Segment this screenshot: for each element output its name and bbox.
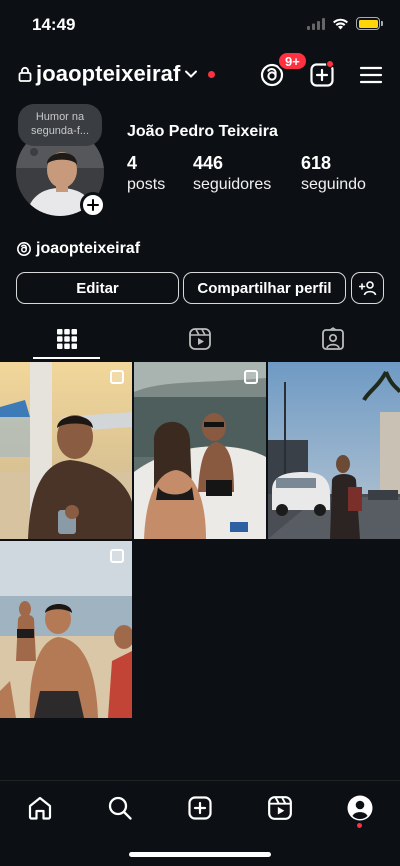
nav-search[interactable] (105, 793, 135, 823)
followers-label: seguidores (193, 176, 272, 193)
threads-notification-badge: 9+ (277, 51, 308, 71)
following-label: seguindo (301, 176, 366, 193)
posts-label: posts (127, 176, 166, 193)
post-tile[interactable] (134, 362, 266, 539)
tab-tagged[interactable] (266, 318, 399, 360)
account-notification-dot (208, 70, 216, 78)
reels-icon (268, 796, 292, 820)
post-beach-group-image (0, 541, 132, 718)
wifi-icon (333, 18, 348, 29)
carousel-icon (110, 549, 124, 563)
create-icon (188, 796, 212, 820)
hamburger-menu-icon (359, 66, 383, 84)
profile-header: joaopteixeiraf (0, 55, 400, 95)
discover-people-button[interactable] (351, 272, 384, 304)
add-person-icon (358, 281, 376, 296)
profile-icon (347, 795, 373, 821)
threads-handle-text: joaopteixeiraf (36, 240, 141, 257)
post-boat-couple-image (134, 362, 266, 539)
bottom-navigation (0, 780, 400, 835)
post-tile[interactable] (268, 362, 400, 539)
home-icon (28, 796, 52, 820)
posts-stat[interactable]: 4 posts (127, 153, 165, 194)
home-indicator[interactable] (129, 852, 271, 857)
username: joaopteixeiraf (36, 61, 181, 86)
carousel-icon (110, 370, 124, 384)
followers-stat[interactable]: 446 seguidores (193, 153, 271, 194)
note-text: Humor na segunda-f... (30, 111, 90, 137)
following-stat[interactable]: 618 seguindo (301, 153, 366, 194)
status-icons (307, 17, 383, 30)
status-bar: 14:49 (0, 0, 400, 50)
battery-icon (356, 17, 383, 30)
followers-count: 446 (193, 153, 224, 173)
plus-icon (87, 199, 99, 211)
nav-reels[interactable] (265, 793, 295, 823)
account-switcher[interactable]: joaopteixeiraf (18, 61, 216, 87)
chevron-down-icon (185, 70, 198, 78)
nav-profile[interactable] (345, 793, 375, 823)
tab-reels[interactable] (133, 318, 266, 360)
threads-icon (17, 242, 31, 256)
profile-notification-dot (357, 823, 362, 828)
post-tile[interactable] (0, 541, 132, 718)
lock-icon (18, 66, 32, 82)
reels-icon (188, 328, 211, 350)
share-profile-button[interactable]: Compartilhar perfil (183, 272, 346, 304)
full-name: João Pedro Teixeira (127, 123, 278, 140)
menu-button[interactable] (357, 61, 385, 89)
note-tail (30, 148, 38, 156)
grid-icon (56, 329, 77, 349)
tab-posts[interactable] (0, 318, 133, 360)
search-icon (108, 796, 132, 820)
tagged-person-icon (321, 327, 344, 350)
nav-home[interactable] (25, 793, 55, 823)
posts-count: 4 (127, 153, 138, 173)
post-beach-portrait-image (0, 362, 132, 539)
threads-profile-link[interactable]: joaopteixeiraf (16, 240, 140, 258)
nav-create[interactable] (185, 793, 215, 823)
create-notification-dot (326, 60, 334, 68)
following-count: 618 (301, 153, 332, 173)
edit-profile-button[interactable]: Editar (16, 272, 179, 304)
post-tile[interactable] (0, 362, 132, 539)
cellular-signal-icon (307, 17, 325, 30)
note-bubble[interactable]: Humor na segunda-f... (18, 104, 102, 146)
active-tab-indicator (33, 357, 100, 359)
status-time: 14:49 (32, 15, 76, 34)
profile-tabs (0, 318, 400, 360)
post-street-scene-image (268, 362, 400, 539)
add-story-button[interactable] (80, 192, 106, 218)
carousel-icon (244, 370, 258, 384)
